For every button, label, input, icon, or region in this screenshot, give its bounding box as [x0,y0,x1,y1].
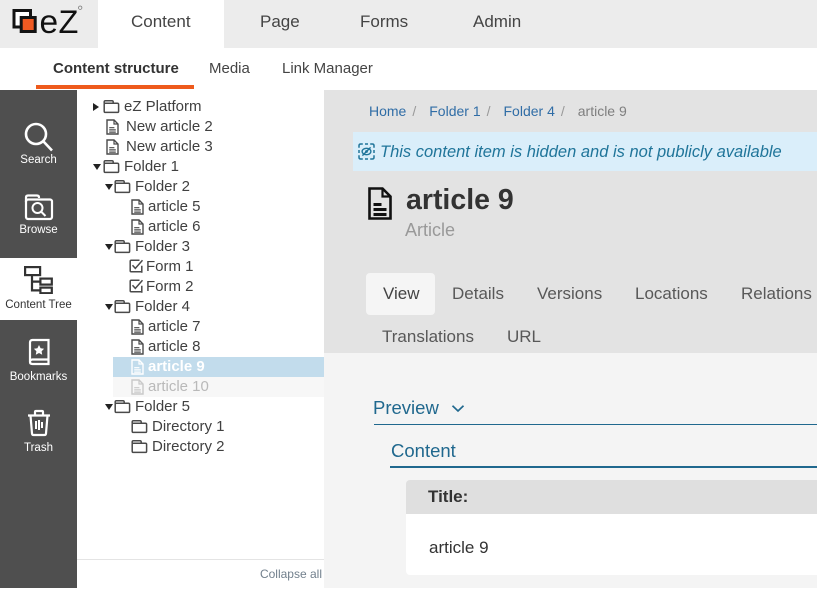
svg-text:Z: Z [59,4,79,40]
svg-text:e: e [40,4,58,41]
